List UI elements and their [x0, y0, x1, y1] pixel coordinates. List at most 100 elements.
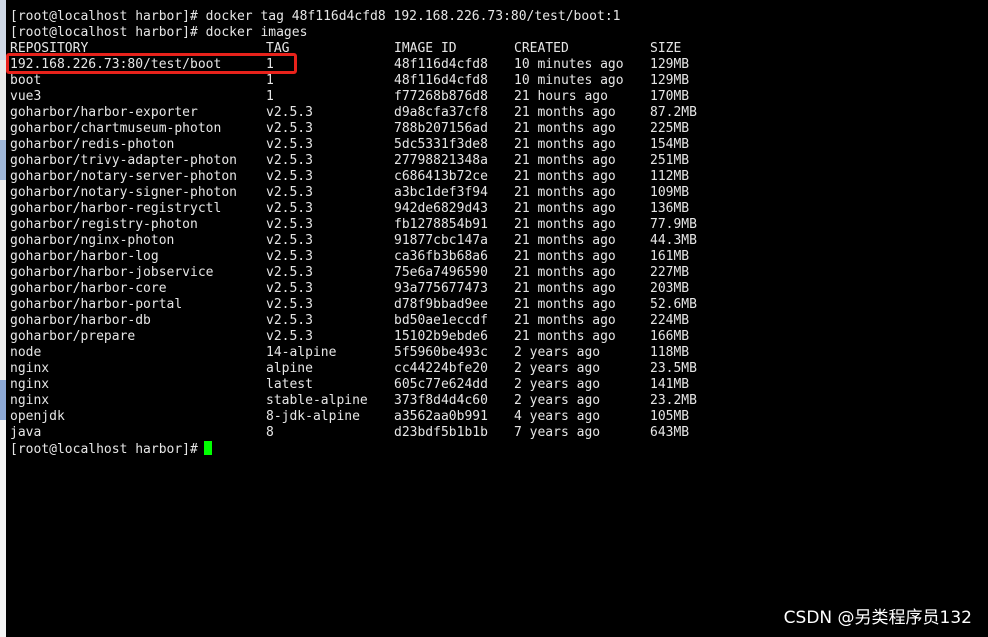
- cell-size: 170MB: [650, 89, 690, 104]
- highlight-box: [6, 53, 297, 74]
- cell-repository: goharbor/chartmuseum-photon: [10, 121, 222, 136]
- cell-repository: goharbor/harbor-log: [10, 249, 159, 264]
- cell-created: 21 months ago: [514, 121, 616, 136]
- cell-tag: v2.5.3: [266, 281, 313, 296]
- cell-size: 225MB: [650, 121, 690, 136]
- cell-size: 161MB: [650, 249, 690, 264]
- cell-created: 21 months ago: [514, 105, 616, 120]
- cell-size: 109MB: [650, 185, 690, 200]
- cell-image-id: a3bc1def3f94: [394, 185, 488, 200]
- cell-image-id: 91877cbc147a: [394, 233, 488, 248]
- cell-size: 227MB: [650, 265, 690, 280]
- cell-tag: v2.5.3: [266, 297, 313, 312]
- cell-image-id: 27798821348a: [394, 153, 488, 168]
- cell-size: 105MB: [650, 409, 690, 424]
- cell-image-id: bd50ae1eccdf: [394, 313, 488, 328]
- cell-created: 21 months ago: [514, 249, 616, 264]
- cell-repository: goharbor/harbor-db: [10, 313, 151, 328]
- cell-tag: stable-alpine: [266, 393, 368, 408]
- watermark: CSDN @另类程序员132: [783, 608, 972, 628]
- cell-image-id: cc44224bfe20: [394, 361, 488, 376]
- cell-tag: v2.5.3: [266, 137, 313, 152]
- cell-size: 52.6MB: [650, 297, 697, 312]
- cell-repository: goharbor/harbor-core: [10, 281, 167, 296]
- cell-repository: goharbor/notary-signer-photon: [10, 185, 237, 200]
- cell-size: 118MB: [650, 345, 690, 360]
- cell-image-id: 5dc5331f3de8: [394, 137, 488, 152]
- cell-tag: v2.5.3: [266, 105, 313, 120]
- cell-repository: nginx: [10, 393, 50, 408]
- cell-tag: v2.5.3: [266, 169, 313, 184]
- command-line-images: [root@localhost harbor]# docker images: [10, 25, 308, 40]
- cell-repository: node: [10, 345, 42, 360]
- cell-repository: openjdk: [10, 409, 65, 424]
- cell-tag: latest: [266, 377, 313, 392]
- prompt-line[interactable]: [root@localhost harbor]#: [10, 441, 212, 457]
- cell-image-id: d78f9bbad9ee: [394, 297, 488, 312]
- cell-image-id: 5f5960be493c: [394, 345, 488, 360]
- cell-image-id: 93a775677473: [394, 281, 488, 296]
- cell-created: 4 years ago: [514, 409, 601, 424]
- cell-image-id: 15102b9ebde6: [394, 329, 488, 344]
- header-image-id: IMAGE ID: [394, 41, 457, 56]
- cell-repository: java: [10, 425, 42, 440]
- command-line-tag: [root@localhost harbor]# docker tag 48f1…: [10, 9, 621, 24]
- cell-image-id: 75e6a7496590: [394, 265, 488, 280]
- cell-image-id: 373f8d4d4c60: [394, 393, 488, 408]
- cell-size: 136MB: [650, 201, 690, 216]
- cell-repository: nginx: [10, 361, 50, 376]
- cell-size: 154MB: [650, 137, 690, 152]
- cell-size: 224MB: [650, 313, 690, 328]
- cell-tag: v2.5.3: [266, 313, 313, 328]
- cell-created: 21 months ago: [514, 169, 616, 184]
- cell-repository: nginx: [10, 377, 50, 392]
- cell-tag: v2.5.3: [266, 201, 313, 216]
- cell-tag: v2.5.3: [266, 217, 313, 232]
- cell-tag: 1: [266, 89, 274, 104]
- cell-created: 21 months ago: [514, 265, 616, 280]
- header-created: CREATED: [514, 41, 569, 56]
- cell-tag: 1: [266, 73, 274, 88]
- cell-image-id: 48f116d4cfd8: [394, 57, 488, 72]
- cell-created: 21 months ago: [514, 297, 616, 312]
- cell-created: 21 months ago: [514, 201, 616, 216]
- cell-repository: goharbor/prepare: [10, 329, 136, 344]
- cell-tag: 14-alpine: [266, 345, 337, 360]
- cell-image-id: fb1278854b91: [394, 217, 488, 232]
- cell-created: 2 years ago: [514, 361, 601, 376]
- cell-created: 10 minutes ago: [514, 57, 624, 72]
- terminal-cursor: [203, 441, 212, 455]
- cell-image-id: c686413b72ce: [394, 169, 488, 184]
- cell-repository: goharbor/notary-server-photon: [10, 169, 237, 184]
- cell-size: 77.9MB: [650, 217, 697, 232]
- cell-created: 2 years ago: [514, 345, 601, 360]
- cell-size: 23.2MB: [650, 393, 697, 408]
- cell-created: 21 months ago: [514, 233, 616, 248]
- cell-created: 21 months ago: [514, 329, 616, 344]
- cell-repository: goharbor/nginx-photon: [10, 233, 175, 248]
- cell-created: 2 years ago: [514, 377, 601, 392]
- cell-size: 23.5MB: [650, 361, 697, 376]
- cell-tag: 8-jdk-alpine: [266, 409, 360, 424]
- cell-size: 129MB: [650, 57, 690, 72]
- cell-size: 87.2MB: [650, 105, 697, 120]
- cell-size: 166MB: [650, 329, 690, 344]
- cell-created: 21 months ago: [514, 137, 616, 152]
- header-size: SIZE: [650, 41, 682, 56]
- cell-size: 129MB: [650, 73, 690, 88]
- cell-tag: v2.5.3: [266, 233, 313, 248]
- cell-tag: v2.5.3: [266, 265, 313, 280]
- cell-image-id: d23bdf5b1b1b: [394, 425, 488, 440]
- cell-created: 7 years ago: [514, 425, 601, 440]
- cell-size: 251MB: [650, 153, 690, 168]
- cell-created: 21 months ago: [514, 313, 616, 328]
- cell-created: 21 months ago: [514, 185, 616, 200]
- cell-image-id: 48f116d4cfd8: [394, 73, 488, 88]
- cell-repository: boot: [10, 73, 42, 88]
- cell-tag: v2.5.3: [266, 153, 313, 168]
- cell-repository: goharbor/registry-photon: [10, 217, 198, 232]
- cell-tag: 8: [266, 425, 274, 440]
- terminal-window[interactable]: [root@localhost harbor]# docker tag 48f1…: [6, 0, 988, 637]
- cell-tag: v2.5.3: [266, 121, 313, 136]
- cell-repository: goharbor/redis-photon: [10, 137, 175, 152]
